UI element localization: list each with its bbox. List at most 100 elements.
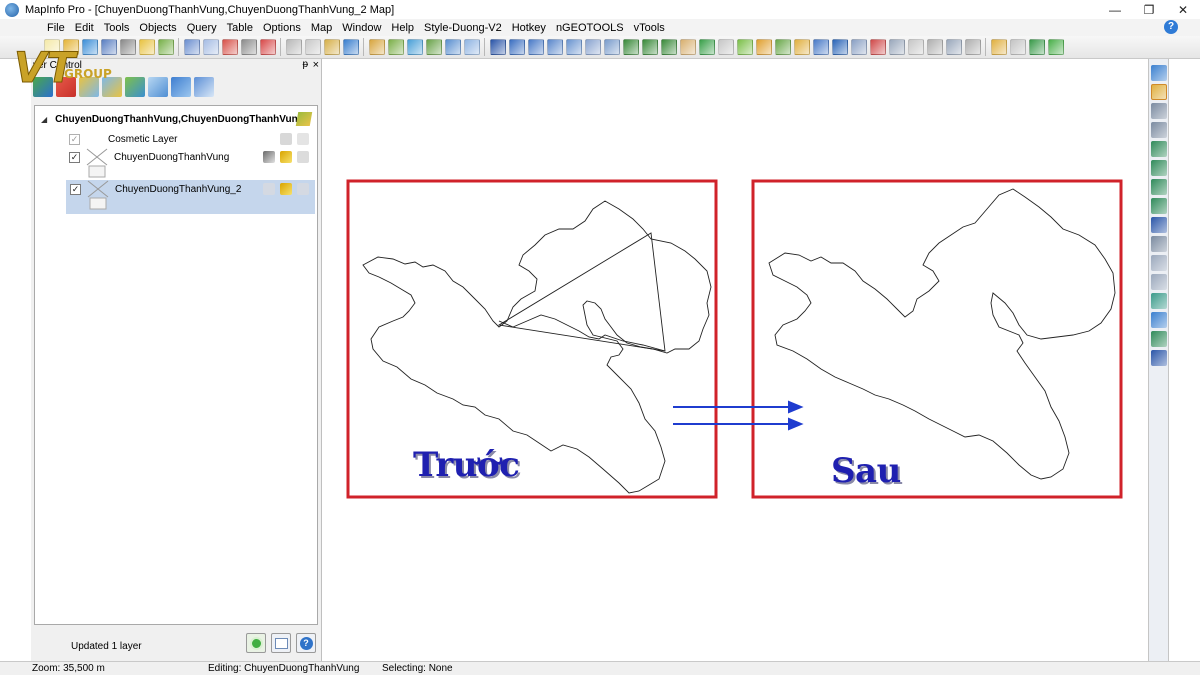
menu-ngeotools[interactable]: nGEOTOOLS (551, 22, 629, 34)
menu-objects[interactable]: Objects (134, 22, 181, 34)
menu-help[interactable]: Help (386, 22, 419, 34)
minimize-button[interactable]: — (1098, 0, 1132, 19)
layer-visibility-checkbox[interactable]: ✓ (69, 152, 80, 163)
panel-close-icon[interactable]: × (313, 59, 319, 71)
layer-row-chuyenduongthanhvung-2[interactable]: ✓ ChuyenDuongThanhVung_2 (66, 180, 315, 214)
label-tool-icon[interactable] (717, 39, 734, 55)
frame-tool-icon[interactable] (1151, 236, 1167, 252)
help-icon[interactable]: ? (1164, 20, 1178, 34)
split-icon[interactable] (907, 39, 924, 55)
layer-properties-icon[interactable] (125, 77, 145, 97)
statistics-icon[interactable] (831, 39, 848, 55)
text-tool-icon[interactable] (1151, 217, 1167, 233)
polyline-tool-icon[interactable] (1151, 103, 1167, 119)
layer-visibility-checkbox[interactable]: ✓ (69, 134, 80, 145)
close-table-icon[interactable] (221, 39, 238, 55)
text-style-icon[interactable] (1151, 350, 1167, 366)
tool-c-icon[interactable] (1028, 39, 1045, 55)
menu-options[interactable]: Options (258, 22, 306, 34)
set-target-icon[interactable] (888, 39, 905, 55)
layer-row-chuyenduongthanhvung[interactable]: ✓ ChuyenDuongThanhVung (65, 148, 315, 180)
label-icon[interactable] (297, 151, 309, 163)
polygon-select-icon[interactable] (546, 39, 563, 55)
layers-icon[interactable] (793, 39, 810, 55)
ruler-icon[interactable] (755, 39, 772, 55)
info-icon[interactable] (698, 39, 715, 55)
arc-tool-icon[interactable] (1151, 122, 1167, 138)
layer-label-icon[interactable] (194, 77, 214, 97)
tool-a-icon[interactable] (990, 39, 1007, 55)
export-icon[interactable] (259, 39, 276, 55)
combine-icon[interactable] (945, 39, 962, 55)
add-node-icon[interactable] (1151, 274, 1167, 290)
reshape-tool-icon[interactable] (1151, 255, 1167, 271)
rectangle-tool-icon[interactable] (1151, 179, 1167, 195)
menu-table[interactable]: Table (222, 22, 258, 34)
legend-tool-icon[interactable] (812, 39, 829, 55)
unselect-icon[interactable] (584, 39, 601, 55)
save-copy-icon[interactable] (202, 39, 219, 55)
zoom-in-icon[interactable] (622, 39, 639, 55)
menu-edit[interactable]: Edit (70, 22, 99, 34)
map-window-icon[interactable] (387, 39, 404, 55)
query-icon[interactable] (157, 39, 174, 55)
menu-hotkey[interactable]: Hotkey (507, 22, 551, 34)
polygon-tool-icon[interactable] (1151, 141, 1167, 157)
graph-icon[interactable] (406, 39, 423, 55)
menu-tools[interactable]: Tools (99, 22, 135, 34)
selectable-icon[interactable] (280, 183, 292, 195)
restore-button[interactable]: ❐ (1132, 0, 1166, 19)
invert-select-icon[interactable] (603, 39, 620, 55)
select-icon[interactable] (489, 39, 506, 55)
rounded-rect-tool-icon[interactable] (1151, 198, 1167, 214)
layer-style-icon[interactable] (171, 77, 191, 97)
boundary-select-icon[interactable] (565, 39, 582, 55)
region-style-icon[interactable] (1151, 331, 1167, 347)
buffer-icon[interactable] (964, 39, 981, 55)
editable-icon[interactable] (280, 133, 292, 145)
layer-visibility-checkbox[interactable]: ✓ (70, 184, 81, 195)
tool-d-icon[interactable] (1047, 39, 1064, 55)
status-editing[interactable]: Editing: ChuyenDuongThanhVung (208, 663, 359, 674)
layer-display-icon[interactable] (148, 77, 168, 97)
radius-select-icon[interactable] (527, 39, 544, 55)
apply-button[interactable] (246, 633, 266, 653)
symbol-style-icon[interactable] (1151, 293, 1167, 309)
undo-icon[interactable] (342, 39, 359, 55)
map-window[interactable]: Trước Sau (323, 59, 1147, 661)
status-zoom[interactable]: Zoom: 35,500 m (32, 663, 105, 674)
line-style-icon[interactable] (1151, 312, 1167, 328)
paste-icon[interactable] (323, 39, 340, 55)
hotlink-icon[interactable] (869, 39, 886, 55)
close-button[interactable]: ✕ (1166, 0, 1200, 19)
table-icon[interactable] (138, 39, 155, 55)
editable-icon[interactable] (263, 183, 275, 195)
menu-style-duong-v2[interactable]: Style-Duong-V2 (419, 22, 507, 34)
menu-window[interactable]: Window (337, 22, 386, 34)
save-workspace-icon[interactable] (183, 39, 200, 55)
menu-vtools[interactable]: vTools (629, 22, 670, 34)
legend-icon[interactable] (463, 39, 480, 55)
symbol-tool-icon[interactable] (1151, 65, 1167, 81)
layer-control-icon[interactable] (774, 39, 791, 55)
selectable-icon[interactable] (297, 133, 309, 145)
map-root-node[interactable]: ◢ ChuyenDuongThanhVung,ChuyenDuongThanhV… (35, 110, 317, 128)
expander-icon[interactable]: ◢ (41, 115, 47, 124)
pin-icon[interactable]: ᵽ (302, 59, 308, 70)
menu-file[interactable]: File (42, 22, 70, 34)
drag-map-icon[interactable] (736, 39, 753, 55)
menu-query[interactable]: Query (182, 22, 222, 34)
change-view-icon[interactable] (660, 39, 677, 55)
status-selecting[interactable]: Selecting: None (382, 663, 453, 674)
browser-icon[interactable] (368, 39, 385, 55)
zoom-out-icon[interactable] (641, 39, 658, 55)
layout-icon[interactable] (425, 39, 442, 55)
info-button[interactable]: ? (296, 633, 316, 653)
marquee-select-icon[interactable] (508, 39, 525, 55)
erase-icon[interactable] (926, 39, 943, 55)
menu-map[interactable]: Map (306, 22, 337, 34)
print-window-icon[interactable] (240, 39, 257, 55)
ellipse-tool-icon[interactable] (1151, 160, 1167, 176)
grabber-icon[interactable] (679, 39, 696, 55)
redistrict-icon[interactable] (444, 39, 461, 55)
